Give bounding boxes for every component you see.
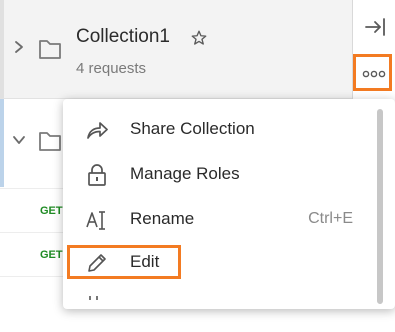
chevron-down-icon[interactable]	[12, 133, 26, 147]
star-icon[interactable]	[190, 29, 208, 47]
menu-item-rename[interactable]: Rename Ctrl+E	[63, 198, 373, 242]
collection-item[interactable]: Collection1 4 requests	[0, 0, 352, 99]
pencil-icon	[88, 254, 106, 272]
menu-item-share-collection[interactable]: Share Collection	[63, 108, 373, 152]
rename-text-icon	[86, 211, 105, 230]
request-method: GET	[40, 205, 63, 217]
collapse-sidebar-icon[interactable]	[363, 16, 387, 38]
menu-item-label: Edit	[130, 252, 160, 271]
collection-name: Collection1	[76, 26, 170, 47]
more-actions-button[interactable]	[353, 54, 392, 91]
share-arrow-icon	[87, 122, 108, 139]
menu-item-label: Manage Roles	[130, 164, 240, 183]
lock-icon	[88, 164, 106, 186]
menu-item-shortcut: Ctrl+E	[308, 210, 353, 227]
folder-icon	[39, 40, 61, 59]
collection-context-menu: Share Collection Manage Roles Rename Ctr…	[63, 99, 395, 309]
menu-scrollbar[interactable]	[377, 109, 383, 304]
chevron-right-icon[interactable]	[12, 40, 26, 54]
menu-item-label: Share Collection	[130, 119, 255, 138]
menu-item-next[interactable]	[63, 288, 373, 332]
menu-item-manage-roles[interactable]: Manage Roles	[63, 153, 373, 197]
row-accent	[0, 0, 4, 98]
menu-item-label: Rename	[130, 209, 195, 228]
menu-item-edit[interactable]: Edit	[63, 243, 373, 287]
folder-icon	[39, 132, 61, 151]
row-accent	[0, 99, 4, 187]
more-actions-icon	[362, 70, 386, 78]
collection-request-count: 4 requests	[76, 60, 147, 77]
request-method: GET	[40, 249, 63, 261]
partial-icon	[89, 296, 98, 300]
